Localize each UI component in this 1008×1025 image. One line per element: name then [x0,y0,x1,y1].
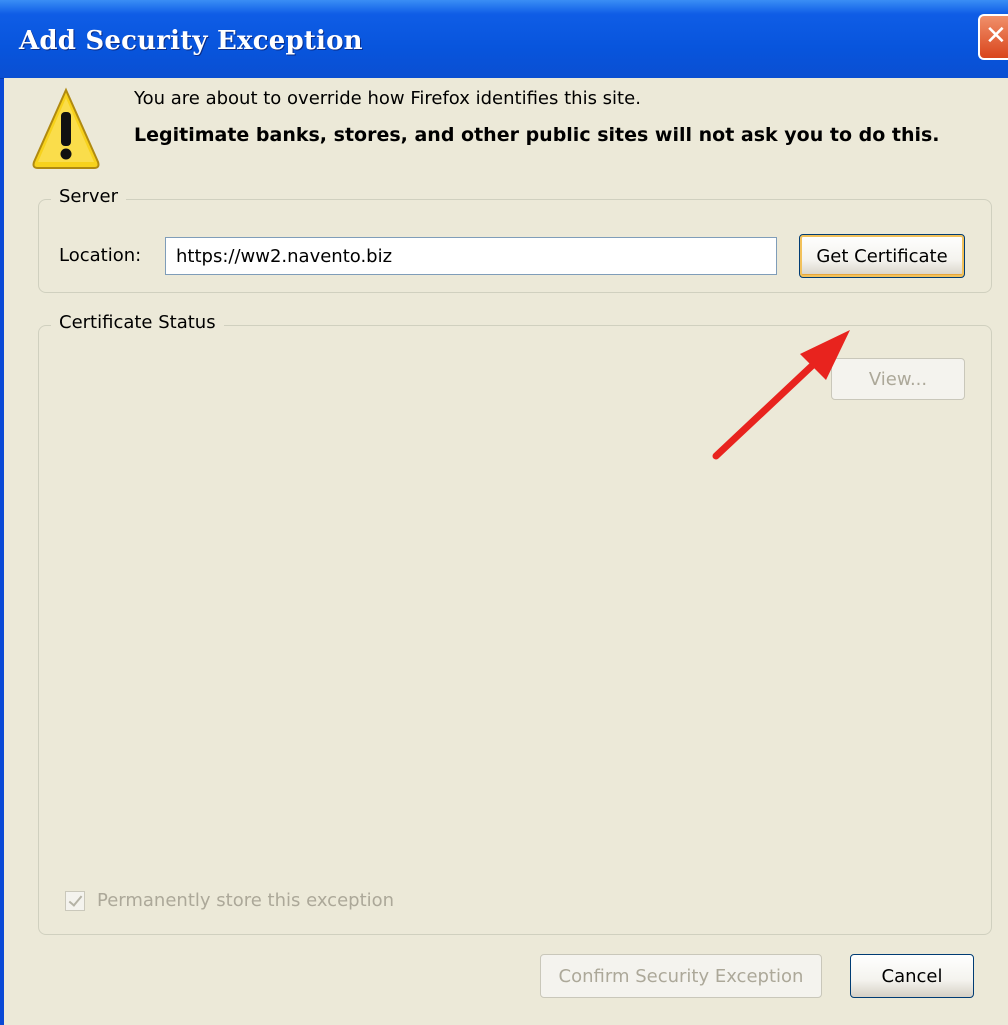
dialog-window: Add Security Exception ✕ You are about t… [0,0,1008,1025]
server-group: Server Location: Get Certificate [38,186,992,293]
warning-message-bold: Legitimate banks, stores, and other publ… [134,124,940,146]
get-certificate-button[interactable]: Get Certificate [799,234,965,278]
close-button[interactable]: ✕ [978,14,1008,60]
server-legend: Server [51,186,127,207]
location-label: Location: [59,245,142,266]
location-input[interactable] [165,237,777,275]
warning-message: You are about to override how Firefox id… [134,88,641,109]
confirm-exception-button[interactable]: Confirm Security Exception [540,954,822,998]
permanent-checkbox-label: Permanently store this exception [97,890,395,911]
warning-icon [32,87,100,169]
title-bar[interactable]: Add Security Exception ✕ [0,0,1008,79]
dialog-body: You are about to override how Firefox id… [4,78,1008,1025]
dialog-title: Add Security Exception [19,26,363,56]
cancel-button[interactable]: Cancel [850,954,974,998]
certificate-status-legend: Certificate Status [51,312,224,333]
close-icon: ✕ [985,21,1007,51]
permanent-checkbox[interactable] [65,891,85,911]
red-arrow-annotation [712,330,850,460]
